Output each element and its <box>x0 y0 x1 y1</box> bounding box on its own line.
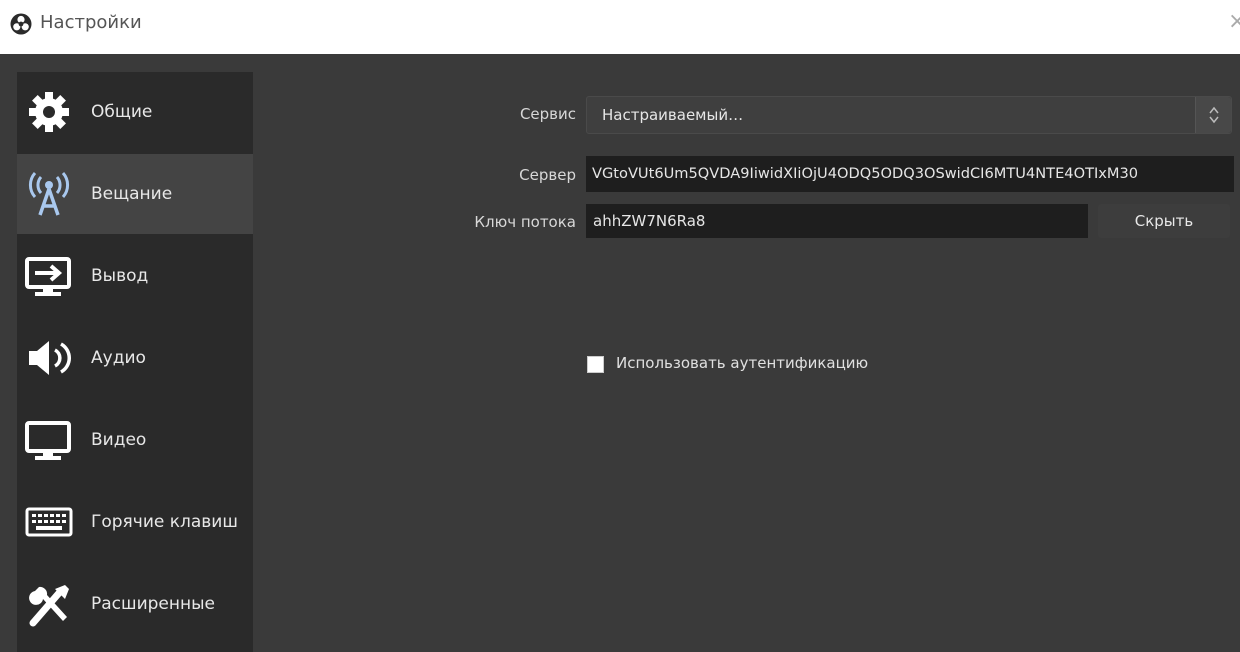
monitor-icon <box>25 421 71 460</box>
speaker-icon <box>29 341 71 375</box>
server-label: Сервер <box>519 166 576 184</box>
sidebar-item-label: Вещание <box>91 184 173 204</box>
server-input[interactable]: VGtoVUt6Um5QVDA9IiwidXIiOjU4ODQ5ODQ3OSwi… <box>586 156 1234 192</box>
sidebar-item-hotkeys[interactable]: Горячие клавиш <box>17 482 253 562</box>
sidebar-item-stream[interactable]: Вещание <box>17 154 253 234</box>
close-icon[interactable]: × <box>1228 10 1240 34</box>
spin-arrows-icon <box>1195 97 1231 133</box>
sidebar-item-label: Вывод <box>91 266 149 286</box>
sidebar-item-label: Горячие клавиш <box>91 512 238 532</box>
sidebar-item-label: Общие <box>91 102 153 122</box>
sidebar-item-general[interactable]: Общие <box>17 72 253 152</box>
monitor-output-icon <box>25 257 71 296</box>
settings-sidebar: Общие Вещание Вывод Аудио Видео Горячие … <box>17 72 253 652</box>
stream-key-input[interactable]: ahhZW7N6Ra8 <box>586 204 1088 238</box>
settings-window: Общие Вещание Вывод Аудио Видео Горячие … <box>0 54 1240 652</box>
sidebar-item-output[interactable]: Вывод <box>17 236 253 316</box>
gear-icon <box>29 92 69 132</box>
sidebar-item-label: Видео <box>91 430 147 450</box>
service-label: Сервис <box>519 105 576 123</box>
stream-key-label: Ключ потока <box>474 213 576 231</box>
sidebar-item-audio[interactable]: Аудио <box>17 318 253 398</box>
use-auth-checkbox[interactable] <box>587 356 604 373</box>
keyboard-icon <box>25 507 73 537</box>
service-value: Настраиваемый… <box>602 106 744 124</box>
sidebar-item-advanced[interactable]: Расширенные <box>17 564 253 644</box>
sidebar-item-label: Аудио <box>91 348 146 368</box>
service-select[interactable]: Настраиваемый… <box>586 96 1232 134</box>
tools-icon <box>29 585 69 627</box>
window-title: Настройки <box>40 12 142 33</box>
obs-logo-icon <box>10 13 32 35</box>
title-bar: Настройки × <box>0 0 1240 48</box>
sidebar-item-label: Расширенные <box>91 594 215 614</box>
use-auth-label[interactable]: Использовать аутентификацию <box>616 354 868 372</box>
broadcast-antenna-icon <box>28 172 70 216</box>
hide-key-button[interactable]: Скрыть <box>1098 204 1230 238</box>
sidebar-item-video[interactable]: Видео <box>17 400 253 480</box>
